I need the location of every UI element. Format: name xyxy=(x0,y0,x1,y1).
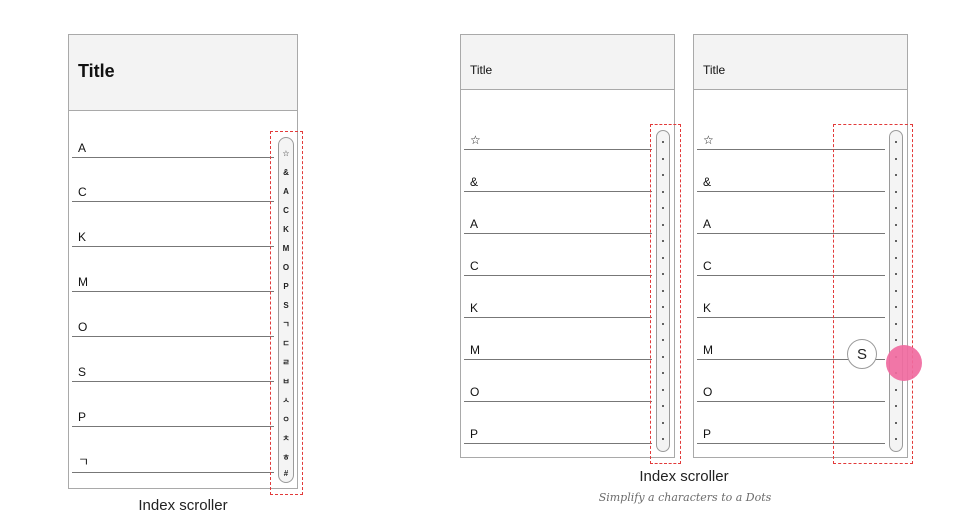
list-item[interactable]: K xyxy=(72,230,274,247)
list-item[interactable]: A xyxy=(464,217,652,234)
touch-indicator xyxy=(886,345,922,381)
app-bar: Title xyxy=(69,35,297,111)
list-item[interactable]: K xyxy=(464,301,652,318)
dot-scroller-active-highlight xyxy=(833,124,913,464)
list-item[interactable]: P xyxy=(464,427,652,444)
list-item[interactable]: P xyxy=(72,410,274,427)
app-bar: Title xyxy=(694,35,907,90)
app-bar-title: Title xyxy=(703,63,726,77)
phone-mockup-dots: Title ☆ & A C K M O P xyxy=(460,34,675,458)
index-preview-bubble: S xyxy=(847,339,877,369)
caption-subtitle: Simplify a characters to a Dots xyxy=(598,491,772,504)
list-item[interactable]: ☆ xyxy=(464,133,652,150)
list-item[interactable]: & xyxy=(464,175,652,192)
list-item[interactable]: C xyxy=(72,185,274,202)
list-item[interactable]: O xyxy=(464,385,652,402)
list-item[interactable]: M xyxy=(72,275,274,292)
caption-index-scroller: Index scroller xyxy=(138,497,228,514)
index-scroller-highlight xyxy=(270,131,303,495)
list-item[interactable]: ㄱ xyxy=(72,455,274,473)
list-item[interactable]: O xyxy=(72,320,274,337)
app-bar-title: Title xyxy=(470,63,493,77)
app-bar-title: Title xyxy=(78,61,115,81)
phone-mockup-letters: Title A C K M O S P ㄱ ☆ & A C K M O P S … xyxy=(68,34,298,489)
list-item[interactable]: A xyxy=(72,141,274,158)
dot-scroller-highlight xyxy=(650,124,681,464)
list-item[interactable]: M xyxy=(464,343,652,360)
app-bar: Title xyxy=(461,35,674,90)
list-item[interactable]: C xyxy=(464,259,652,276)
list-item[interactable]: S xyxy=(72,365,274,382)
caption-index-scroller-dots: Index scroller xyxy=(639,468,729,485)
